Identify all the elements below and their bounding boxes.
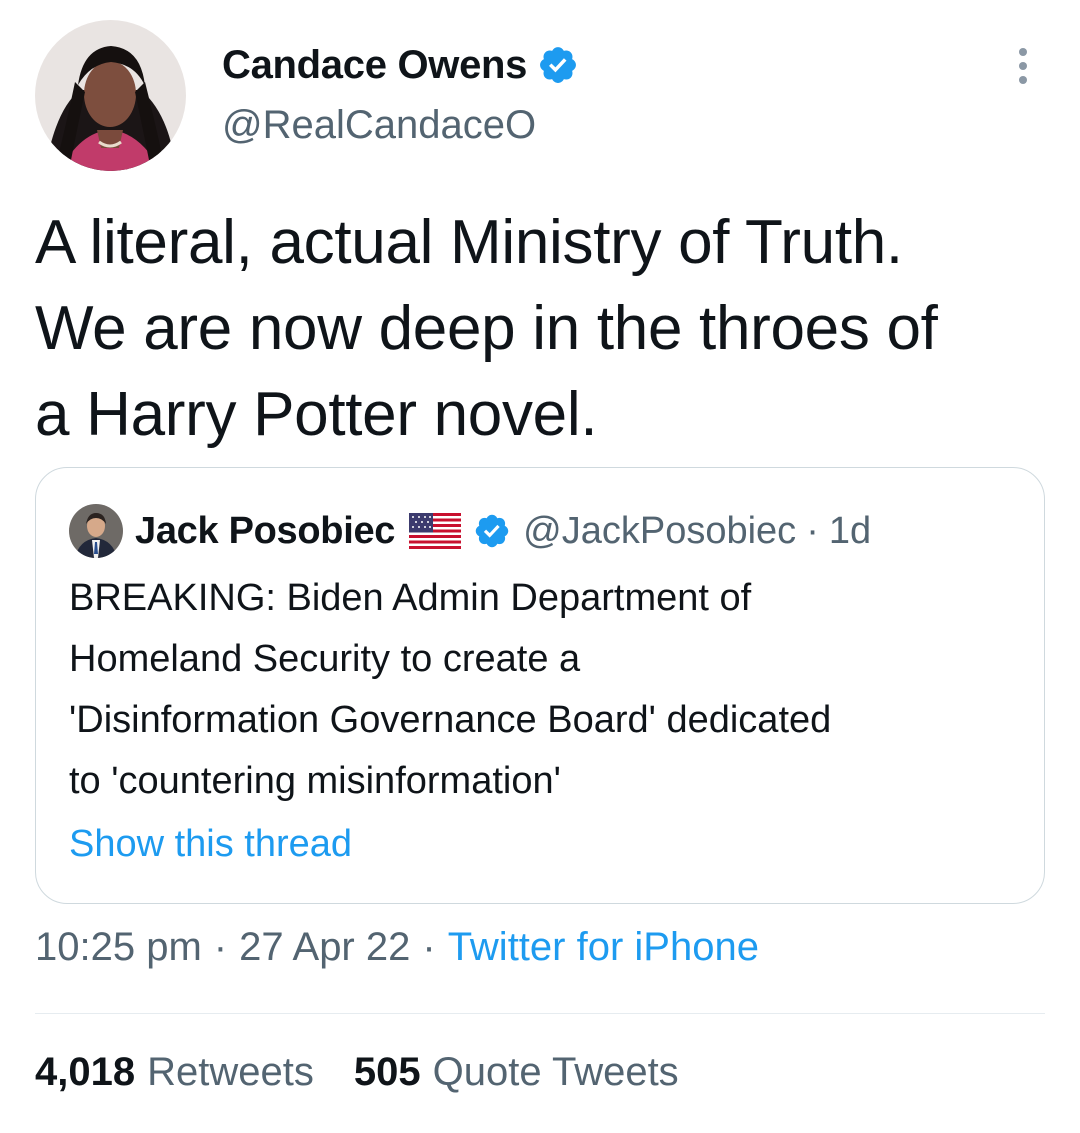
quoted-tweet-header: Jack Posobiec @JackPosobiec · 1d — [69, 504, 872, 558]
quoted-tweet-text: BREAKING: Biden Admin Department of Home… — [69, 568, 1029, 812]
quoted-text-line: BREAKING: Biden Admin Department of — [69, 577, 752, 619]
retweets-stat[interactable]: 4,018 Retweets — [35, 1050, 314, 1094]
quoted-tweet-card[interactable]: Jack Posobiec @JackPosobiec · 1d BREAKIN… — [35, 467, 1045, 904]
verified-badge-icon — [537, 44, 579, 86]
tweet-date[interactable]: 27 Apr 22 — [239, 925, 410, 969]
tweet-time[interactable]: 10:25 pm — [35, 925, 202, 969]
meta-separator: · — [422, 925, 436, 969]
quoted-text-line: Homeland Security to create a — [69, 638, 581, 680]
tweet-text-line: a Harry Potter novel. — [35, 380, 598, 449]
author-avatar[interactable] — [35, 20, 186, 171]
engagement-stats: 4,018 Retweets 505 Quote Tweets — [35, 1050, 719, 1095]
tweet-text-line: We are now deep in the throes of — [35, 294, 938, 363]
tweet-metadata: 10:25 pm · 27 Apr 22 · Twitter for iPhone — [35, 925, 759, 970]
tweet-text-line: A literal, actual Ministry of Truth. — [35, 208, 903, 277]
tweet-source-link[interactable]: Twitter for iPhone — [448, 925, 759, 969]
quote-tweets-label: Quote Tweets — [432, 1050, 679, 1094]
quoted-verified-badge-icon — [473, 512, 511, 550]
quoted-author-name: Jack Posobiec — [135, 509, 396, 552]
quoted-separator: · — [806, 509, 819, 552]
more-options-icon[interactable] — [1008, 44, 1038, 88]
us-flag-icon — [409, 513, 462, 549]
author-name-row: Candace Owens — [222, 40, 579, 90]
quoted-timestamp: 1d — [828, 509, 872, 552]
tweet-text: A literal, actual Ministry of Truth. We … — [35, 200, 1055, 458]
quoted-author-avatar — [69, 504, 123, 558]
retweets-count: 4,018 — [35, 1050, 136, 1094]
retweets-label: Retweets — [147, 1050, 314, 1094]
quoted-text-line: to 'countering misinformation' — [69, 760, 561, 802]
meta-separator: · — [213, 925, 228, 969]
quoted-text-line: 'Disinformation Governance Board' dedica… — [69, 699, 832, 741]
quoted-author-handle: @JackPosobiec — [523, 509, 797, 552]
author-handle[interactable]: @RealCandaceO — [222, 103, 536, 148]
divider — [35, 1013, 1045, 1014]
show-thread-link[interactable]: Show this thread — [69, 823, 352, 866]
quote-tweets-count: 505 — [353, 1050, 421, 1094]
tweet: Candace Owens @RealCandaceO A literal, a… — [0, 0, 1080, 1133]
author-name[interactable]: Candace Owens — [222, 43, 527, 88]
quote-tweets-stat[interactable]: 505 Quote Tweets — [354, 1050, 679, 1094]
